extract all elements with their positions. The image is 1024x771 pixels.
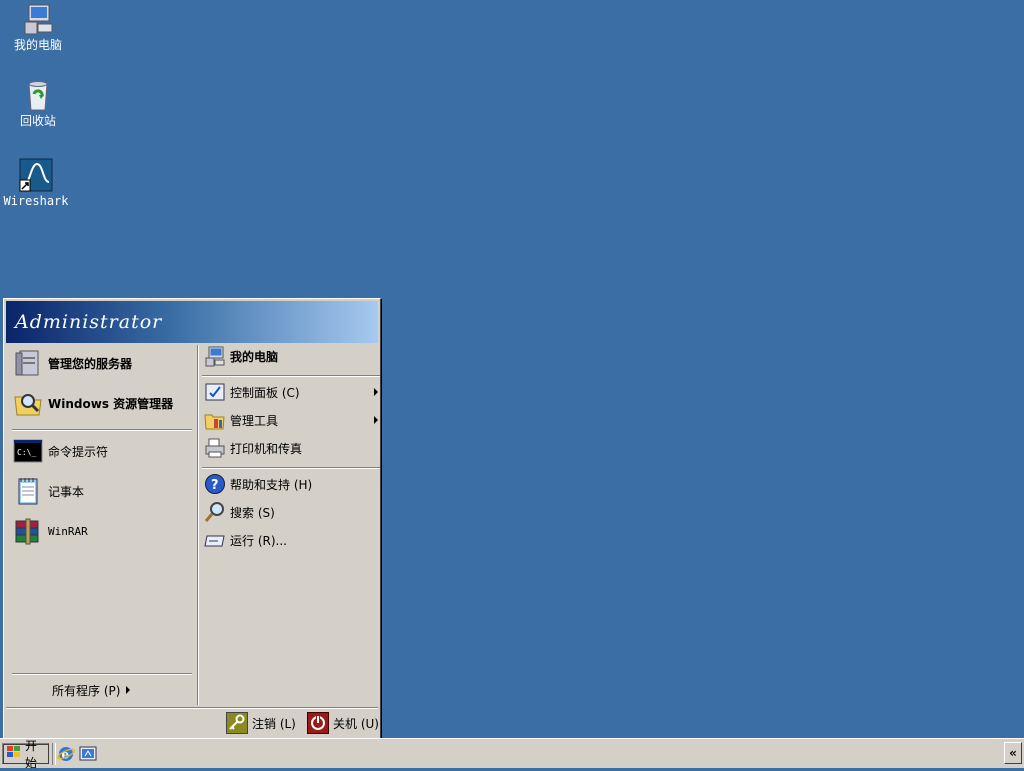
ie-icon[interactable]: e [57, 745, 75, 763]
my-computer-icon [21, 2, 55, 36]
start-button[interactable]: 开始 [2, 739, 49, 770]
right-item-label: 我的电脑 [230, 349, 279, 364]
right-item-label: 管理工具 [230, 413, 279, 428]
key-icon [226, 712, 248, 734]
right-item-printers[interactable]: 打印机和传真 [204, 437, 302, 459]
search-icon [204, 501, 226, 523]
power-icon [307, 712, 329, 734]
pinned-item-manage-server[interactable]: 管理您的服务器 [12, 347, 132, 379]
right-item-run[interactable]: 运行 (R)... [204, 529, 287, 551]
start-menu-right-pane: 我的电脑 控制面板 (C) 管理工具 打印机和传真 ? 帮助和支持 (H) 搜索… [197, 345, 381, 705]
logoff-button[interactable]: 注销 (L) [226, 712, 296, 734]
all-programs-button[interactable]: 所有程序 (P) [48, 681, 120, 699]
start-menu-footer: 注销 (L) 关机 (U) [6, 707, 379, 738]
help-icon: ? [204, 473, 226, 495]
desktop-icon-label: 回收站 [19, 114, 56, 128]
recycle-bin-icon [21, 78, 55, 112]
server-manage-icon [12, 347, 44, 379]
control-panel-icon [204, 381, 226, 403]
pinned-item-label: 管理您的服务器 [48, 356, 133, 371]
right-item-label: 运行 (R)... [230, 533, 287, 548]
wireshark-icon [19, 158, 53, 192]
right-pane-separator [202, 467, 380, 469]
shutdown-label: 关机 (U) [333, 716, 379, 731]
control-panel-submenu-arrow-icon [374, 388, 378, 396]
all-programs-separator [12, 673, 192, 675]
windows-logo-icon [6, 745, 22, 762]
shutdown-button[interactable]: 关机 (U) [307, 712, 379, 734]
all-programs-arrow-icon [126, 686, 130, 694]
cmd-icon: C:\_ [12, 435, 44, 467]
start-menu-user-header: Administrator [6, 301, 378, 343]
run-icon [204, 529, 226, 551]
left-pane-separator [12, 429, 192, 431]
recent-item-cmd[interactable]: C:\_ 命令提示符 [12, 435, 108, 467]
right-item-label: 搜索 (S) [230, 505, 275, 520]
show-desktop-icon[interactable] [79, 745, 97, 763]
winrar-icon [12, 515, 44, 547]
right-item-label: 打印机和传真 [230, 441, 303, 456]
admin-tools-icon [204, 409, 226, 431]
svg-text:?: ? [211, 478, 219, 493]
quick-launch-divider [52, 743, 56, 765]
desktop-icon-label: 我的电脑 [13, 38, 62, 52]
start-label: 开始 [25, 738, 38, 770]
recent-item-notepad[interactable]: 记事本 [12, 475, 84, 507]
start-menu-left-pane: 管理您的服务器 Windows 资源管理器 C:\_ 命令提示符 记事本 Win… [6, 345, 196, 705]
recent-item-label: 命令提示符 [48, 444, 109, 459]
pinned-item-explorer[interactable]: Windows 资源管理器 [12, 387, 173, 419]
taskbar: 开始 e « [0, 738, 1024, 770]
admin-tools-submenu-arrow-icon [374, 416, 378, 424]
right-pane-separator [202, 375, 380, 377]
right-item-admin-tools[interactable]: 管理工具 [204, 409, 278, 431]
tray-expand-button[interactable]: « [1004, 742, 1022, 764]
all-programs-label: 所有程序 (P) [52, 683, 121, 698]
start-menu: Administrator 管理您的服务器 Windows 资源管理器 C:\_… [3, 298, 381, 740]
user-name: Administrator [15, 311, 163, 333]
explorer-icon [12, 387, 44, 419]
notepad-icon [12, 475, 44, 507]
recent-item-winrar[interactable]: WinRAR [12, 515, 88, 547]
recent-item-label: 记事本 [48, 484, 85, 499]
desktop-icon-wireshark[interactable]: Wireshark [0, 158, 72, 208]
right-item-control-panel[interactable]: 控制面板 (C) [204, 381, 300, 403]
printer-icon [204, 437, 226, 459]
svg-text:C:\_: C:\_ [17, 448, 36, 457]
right-item-label: 控制面板 (C) [230, 385, 300, 400]
desktop-icon-label: Wireshark [3, 194, 69, 208]
recent-item-label: WinRAR [48, 524, 88, 538]
right-item-help[interactable]: ? 帮助和支持 (H) [204, 473, 312, 495]
right-item-label: 帮助和支持 (H) [230, 477, 313, 492]
my-computer-icon [204, 345, 226, 367]
logoff-label: 注销 (L) [252, 716, 296, 731]
right-item-my-computer[interactable]: 我的电脑 [204, 345, 278, 367]
desktop-icon-my-computer[interactable]: 我的电脑 [2, 2, 74, 52]
right-item-search[interactable]: 搜索 (S) [204, 501, 275, 523]
pinned-item-label: Windows 资源管理器 [48, 396, 174, 411]
desktop-icon-recycle-bin[interactable]: 回收站 [2, 78, 74, 128]
